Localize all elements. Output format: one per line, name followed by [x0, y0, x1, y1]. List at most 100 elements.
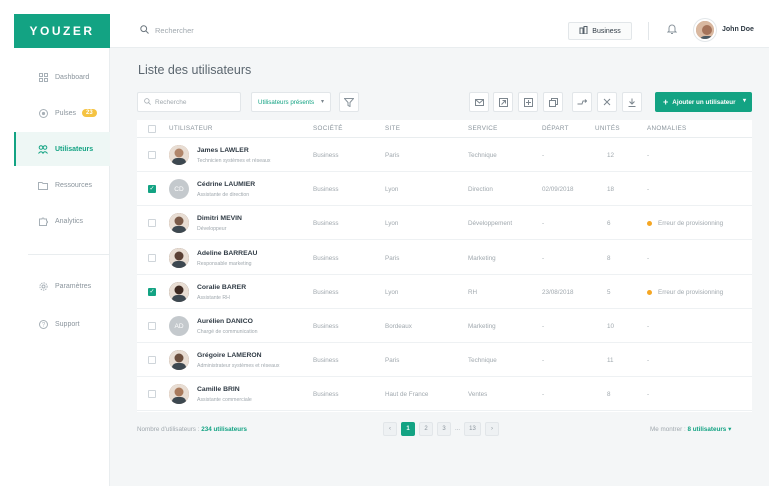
service-cell: Développement: [468, 220, 513, 228]
site-cell: Lyon: [385, 186, 399, 194]
email-icon[interactable]: [469, 92, 489, 112]
units-cell: 8: [607, 254, 611, 262]
table-row[interactable]: AD Aurélien DANICO Chargé de communication…: [137, 309, 752, 343]
sidebar-item-parametres[interactable]: Paramètres: [14, 269, 110, 303]
chevron-down-icon: ▾: [728, 426, 732, 433]
page-button[interactable]: 3: [437, 422, 451, 436]
pulses-count-badge: 23: [82, 109, 97, 117]
row-checkbox[interactable]: [148, 253, 156, 262]
column-header-anomalies[interactable]: ANOMALIES: [647, 125, 686, 132]
copy-icon[interactable]: [543, 92, 563, 112]
pagination-ellipsis: ...: [455, 426, 461, 432]
column-header-unites[interactable]: UNITÉS: [595, 125, 620, 132]
depart-cell: -: [542, 220, 545, 228]
user-count-value: 234 utilisateurs: [201, 426, 248, 433]
user-name-cell[interactable]: Dimitri MEVIN: [197, 215, 242, 222]
sidebar-item-label: Paramètres: [55, 282, 92, 290]
user-name[interactable]: John Doe: [722, 26, 754, 33]
page-button[interactable]: 13: [464, 422, 482, 436]
user-name-cell[interactable]: Grégoire LAMERON: [197, 352, 262, 359]
app-logo[interactable]: YOUZER: [14, 14, 110, 48]
user-name-cell[interactable]: James LAWLER: [197, 147, 249, 154]
row-checkbox[interactable]: [148, 151, 156, 159]
column-header-depart[interactable]: DÉPART: [542, 125, 569, 132]
table-row[interactable]: Camille BRIN Assistante commerciale Busine…: [137, 377, 752, 412]
sidebar-item-label: Analytics: [55, 217, 84, 225]
page-button[interactable]: 1: [401, 422, 415, 436]
notifications-bell-icon[interactable]: [666, 23, 678, 37]
user-name-cell[interactable]: Aurélien DANICO: [197, 318, 253, 325]
close-icon[interactable]: [597, 92, 617, 112]
row-checkbox[interactable]: [148, 322, 156, 330]
user-name-cell[interactable]: Adeline BARREAU: [197, 250, 257, 257]
anomaly-cell: Erreur de provisionning: [647, 220, 723, 227]
user-count-label: Nombre d'utilisateurs :: [137, 426, 200, 433]
organization-label: Business: [592, 27, 621, 35]
download-icon[interactable]: [622, 92, 642, 112]
table-search-input[interactable]: Recherche: [137, 92, 241, 112]
table-row[interactable]: Grégoire LAMERON Administrateur systèmes …: [137, 343, 752, 378]
row-checkbox[interactable]: [148, 219, 156, 228]
avatar: [169, 384, 189, 405]
sidebar-item-dashboard[interactable]: Dashboard: [14, 60, 110, 94]
users-icon: [38, 144, 48, 154]
row-checkbox[interactable]: [148, 390, 156, 399]
column-header-site[interactable]: SITE: [385, 125, 400, 132]
transfer-icon[interactable]: [572, 92, 592, 112]
column-header-societe[interactable]: SOCIÉTÉ: [313, 125, 343, 132]
user-role-cell: Technicien systèmes et réseaux: [197, 158, 271, 164]
sidebar-item-support[interactable]: ? Support: [14, 307, 110, 341]
puzzle-icon: [38, 216, 48, 226]
column-header-utilisateur[interactable]: UTILISATEUR: [169, 125, 213, 132]
global-search-placeholder: Rechercher: [155, 26, 194, 35]
column-header-service[interactable]: SERVICE: [468, 125, 498, 132]
sidebar-item-label: Support: [55, 320, 80, 328]
table-row[interactable]: ✓ Coralie BARER Assistante RH Business Lyon R…: [137, 275, 752, 309]
prev-page-button[interactable]: ‹: [383, 422, 397, 436]
organization-button[interactable]: Business: [568, 22, 632, 40]
user-role-cell: Assistante RH: [197, 294, 230, 301]
user-name-cell[interactable]: Cédrine LAUMIER: [197, 181, 255, 188]
page-button[interactable]: 2: [419, 422, 433, 436]
filter-bar: Recherche Utilisateurs présents ▾ + Ajou…: [137, 92, 752, 114]
page-title: Liste des utilisateurs: [138, 63, 252, 77]
plus-icon: +: [663, 97, 669, 107]
table-row[interactable]: Adeline BARREAU Responsable marketing Busi…: [137, 241, 752, 275]
company-cell: Business: [313, 391, 339, 399]
anomaly-text: -: [647, 391, 650, 399]
row-checkbox[interactable]: [148, 356, 156, 365]
user-name-cell[interactable]: Camille BRIN: [197, 386, 240, 393]
global-search-input[interactable]: Rechercher: [140, 25, 194, 36]
row-checkbox[interactable]: ✓: [148, 287, 156, 296]
table-row[interactable]: James LAWLER Technicien systèmes et résea…: [137, 138, 752, 172]
sidebar-item-analytics[interactable]: Analytics: [14, 204, 110, 238]
sidebar-item-ressources[interactable]: Ressources: [14, 168, 110, 202]
target-icon: [38, 108, 48, 118]
sidebar-item-pulses[interactable]: Pulses 23: [14, 96, 110, 130]
units-cell: 11: [607, 357, 614, 365]
add-user-label: Ajouter un utilisateur: [672, 98, 736, 106]
company-cell: Business: [313, 152, 339, 159]
add-user-button[interactable]: + Ajouter un utilisateur ▾: [655, 92, 752, 112]
export-icon[interactable]: [493, 92, 513, 112]
select-all-checkbox[interactable]: [148, 125, 156, 133]
search-icon: [144, 97, 151, 107]
next-page-button[interactable]: ›: [485, 422, 500, 436]
table-row[interactable]: Dimitri MEVIN Développeur Business Lyon Déve…: [137, 206, 752, 241]
search-icon: [140, 25, 149, 36]
user-avatar[interactable]: [694, 19, 716, 41]
user-role-cell: Assistante commerciale: [197, 397, 252, 404]
units-cell: 10: [607, 323, 615, 330]
company-cell: Business: [313, 357, 339, 365]
anomaly-cell: -: [647, 323, 649, 330]
chevron-down-icon[interactable]: ▾: [743, 97, 746, 104]
page-size-select[interactable]: Me montrer : 8 utilisateurs ▾: [650, 426, 731, 433]
sidebar-item-utilisateurs[interactable]: Utilisateurs: [14, 132, 110, 166]
table-row[interactable]: ✓ CD Cédrine LAUMIER Assistante de directio…: [137, 172, 752, 207]
add-box-icon[interactable]: [518, 92, 538, 112]
sidebar-item-label: Pulses: [55, 109, 77, 117]
user-name-cell[interactable]: Coralie BARER: [197, 284, 246, 291]
user-status-select[interactable]: Utilisateurs présents ▾: [251, 92, 331, 112]
row-checkbox[interactable]: ✓: [148, 185, 156, 194]
filter-funnel-icon[interactable]: [339, 92, 359, 112]
